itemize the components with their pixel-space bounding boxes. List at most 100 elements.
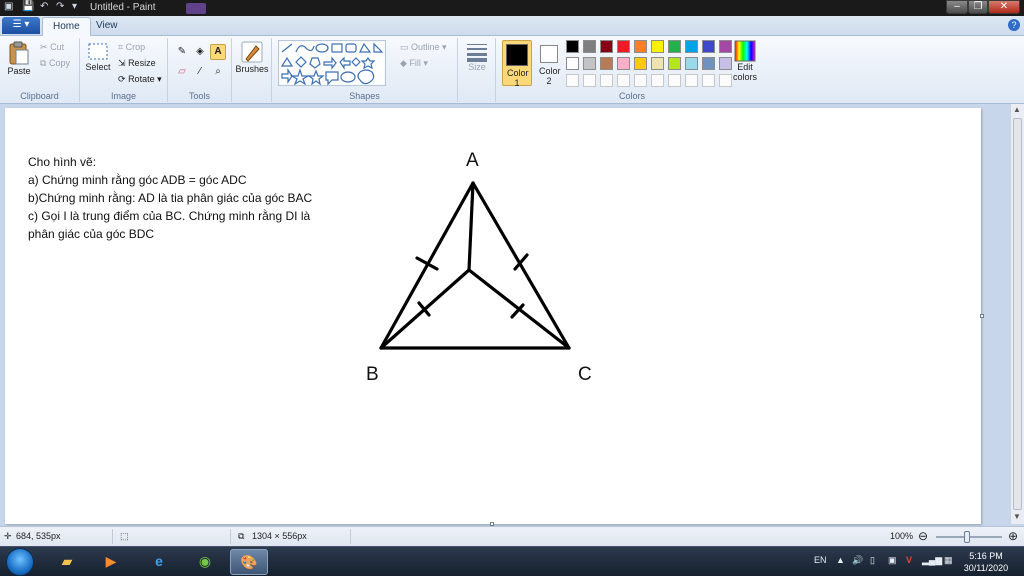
palette-swatch[interactable] [617,40,630,53]
color1-button[interactable]: Color 1 [502,40,532,88]
palette-swatch[interactable] [634,74,647,87]
color-picker-icon[interactable]: ⁄ [192,64,208,80]
paste-button[interactable]: Paste [4,40,34,76]
palette-swatch[interactable] [702,40,715,53]
select-icon [88,43,108,60]
palette-swatch[interactable] [668,40,681,53]
help-icon[interactable]: ? [1008,19,1020,31]
color2-button[interactable]: Color 2 [536,40,562,86]
zoom-in-icon[interactable]: ⊕ [1008,529,1018,543]
scrollbar-thumb[interactable] [1013,118,1022,510]
palette-swatch[interactable] [617,74,630,87]
scroll-down-icon[interactable]: ▼ [1013,512,1021,521]
rotate-button[interactable]: ⟳ Rotate ▾ [118,74,162,85]
rotate-label: Rotate ▾ [128,74,162,84]
size-button[interactable]: Size [462,42,492,72]
palette-swatch[interactable] [651,40,664,53]
palette-swatch[interactable] [702,57,715,70]
palette-swatch[interactable] [668,57,681,70]
language-indicator[interactable]: EN [814,555,827,565]
edit-colors-button[interactable]: Edit colors [730,40,760,82]
palette-swatch[interactable] [668,74,681,87]
vertical-scrollbar[interactable]: ▲ ▼ [1010,104,1024,524]
palette-swatch[interactable] [600,74,613,87]
palette-swatch[interactable] [566,40,579,53]
save-icon[interactable]: 💾 [22,1,34,15]
palette-swatch[interactable] [651,57,664,70]
pencil-icon[interactable]: ✎ [174,44,190,60]
signal-icon[interactable]: ▂▄▆ [922,555,942,566]
palette-swatch[interactable] [583,74,596,87]
paint-menu-button[interactable]: ☰ ▾ [2,17,40,34]
customize-quick-access-icon[interactable]: ▾ [72,1,77,15]
eraser-icon[interactable]: ▱ [174,64,190,80]
green-app-icon[interactable]: ◉ [186,549,224,575]
show-hidden-icons-icon[interactable]: ▲ [836,555,845,565]
resize-button[interactable]: ⇲ Resize [118,58,156,69]
palette-swatch[interactable] [583,40,596,53]
zoom-slider-thumb[interactable] [964,531,970,543]
brushes-button[interactable]: Brushes [234,40,270,74]
palette-swatch[interactable] [617,57,630,70]
folder-icon[interactable]: ▰ [48,549,86,575]
tab-home[interactable]: Home [42,17,91,36]
tab-view[interactable]: View [86,17,128,36]
fill-bucket-icon[interactable]: ◈ [192,44,208,60]
magnifier-icon[interactable]: ⌕ [210,64,226,80]
select-label: Select [85,62,111,72]
undo-icon[interactable]: ↶ [40,1,48,15]
volume-icon[interactable]: 🔊 [852,555,863,566]
taskbar: ▰ ▶ e ◉ 🎨 EN ▲ 🔊 ▯ ▣ V ▂▄▆ ▦ 5:16 PM 30/… [0,546,1024,576]
palette-swatch[interactable] [600,40,613,53]
zoom-level: 100% [890,531,914,541]
outline-button[interactable]: ▭ Outline ▾ [400,42,447,53]
redacted-title-region [186,3,206,14]
internet-explorer-icon[interactable]: e [140,549,178,575]
crop-button[interactable]: ⌗ Crop [118,42,145,53]
drawing-canvas[interactable]: Cho hình vẽ: a) Chứng minh rằng góc ADB … [5,108,981,524]
title-bar: ▣ 💾 ↶ ↷ ▾ Untitled - Paint – ❐ ✕ [0,0,1024,16]
palette-swatch[interactable] [583,57,596,70]
zoom-out-icon[interactable]: ⊖ [918,529,928,543]
minimize-button[interactable]: – [946,0,968,14]
clock-time: 5:16 PM [969,551,1003,561]
resize-handle-right[interactable] [980,314,984,318]
system-clock[interactable]: 5:16 PM 30/11/2020 [960,550,1012,574]
paste-icon [9,41,29,65]
palette-swatch[interactable] [685,40,698,53]
palette-swatch[interactable] [685,74,698,87]
select-button[interactable]: Select [84,42,112,72]
shapes-gallery[interactable] [278,40,386,86]
palette-swatch[interactable] [634,57,647,70]
media-player-icon[interactable]: ▶ [92,549,130,575]
brushes-group: Brushes [232,38,272,102]
palette-swatch[interactable] [685,57,698,70]
text-tool-icon[interactable]: A [210,44,226,60]
maximize-button[interactable]: ❐ [968,0,988,14]
network-icon[interactable]: ▦ [944,555,953,566]
chat-icon[interactable]: ▣ [888,555,897,566]
palette-swatch[interactable] [600,57,613,70]
size-label: Size [468,62,486,72]
scroll-up-icon[interactable]: ▲ [1013,105,1021,114]
window-title: Untitled - Paint [90,2,156,13]
cut-button[interactable]: ✂ Cut [40,42,64,53]
v-app-icon[interactable]: V [906,555,912,565]
start-button[interactable] [6,548,34,576]
palette-swatch[interactable] [566,57,579,70]
palette-swatch[interactable] [651,74,664,87]
palette-swatch[interactable] [702,74,715,87]
fill-button[interactable]: ◆ Fill ▾ [400,58,428,69]
outline-label: Outline ▾ [411,42,447,52]
power-icon[interactable]: ▯ [870,555,875,566]
copy-button[interactable]: ⧉ Copy [40,58,70,69]
close-button[interactable]: ✕ [988,0,1020,14]
redo-icon[interactable]: ↷ [56,1,64,15]
palette-swatch[interactable] [634,40,647,53]
paint-app-icon[interactable]: ▣ [4,1,13,15]
image-group: Select ⌗ Crop ⇲ Resize ⟳ Rotate ▾ Image [80,38,168,102]
palette-swatch[interactable] [566,74,579,87]
size-group: Size [458,38,496,102]
paint-taskbar-icon[interactable]: 🎨 [230,549,268,575]
color-wheel-icon [734,40,756,62]
